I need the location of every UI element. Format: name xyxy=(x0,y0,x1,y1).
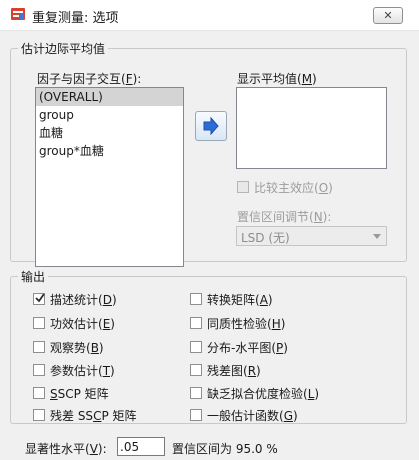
right-arrow-icon xyxy=(203,116,219,136)
factor-item-group[interactable]: group xyxy=(36,106,183,124)
sscp-matrices-label: SSCP 矩阵 xyxy=(50,387,109,401)
general-estimable-function-checkbox[interactable] xyxy=(190,409,202,421)
factor-item-group-blood-glucose[interactable]: group*血糖 xyxy=(36,142,183,160)
spread-level-plot-label: 分布-水平图(P) xyxy=(207,341,288,355)
spread-level-plot-checkbox[interactable] xyxy=(190,341,202,353)
residual-plot-label: 残差图(R) xyxy=(207,364,261,378)
checkmark-icon xyxy=(35,293,45,303)
ci-adjustment-select[interactable]: LSD (无) xyxy=(236,226,387,246)
factor-item-blood-glucose[interactable]: 血糖 xyxy=(36,124,183,142)
close-icon: ✕ xyxy=(383,9,393,22)
transformation-matrix-label: 转换矩阵(A) xyxy=(207,293,273,307)
spss-app-icon xyxy=(11,8,25,20)
homogeneity-tests-checkbox[interactable] xyxy=(190,317,202,329)
lack-of-fit-checkbox[interactable] xyxy=(190,387,202,399)
estimated-marginal-means-title: 估计边际平均值 xyxy=(21,42,106,56)
residual-sscp-checkbox[interactable] xyxy=(33,409,45,421)
factors-listbox[interactable]: (OVERALL) group 血糖 group*血糖 xyxy=(35,87,184,267)
residual-sscp-label: 残差 SSCP 矩阵 xyxy=(50,409,137,423)
options-dialog: 重复测量: 选项 ✕ 估计边际平均值 因子与因子交互(F): (OVERALL)… xyxy=(0,0,419,460)
factors-label: 因子与因子交互(F): xyxy=(37,72,142,86)
factor-item-overall[interactable]: (OVERALL) xyxy=(36,88,183,106)
output-title: 输出 xyxy=(21,270,46,284)
significance-level-input[interactable] xyxy=(117,437,165,456)
transformation-matrix-checkbox[interactable] xyxy=(190,293,202,305)
display-means-listbox[interactable] xyxy=(236,87,387,169)
compare-main-effects-checkbox[interactable] xyxy=(237,181,249,193)
descriptive-stats-checkbox[interactable] xyxy=(33,293,45,305)
significance-level-label: 显著性水平(V): xyxy=(25,442,107,456)
effect-size-checkbox[interactable] xyxy=(33,317,45,329)
effect-size-label: 功效估计(E) xyxy=(50,317,115,331)
parameter-estimates-label: 参数估计(T) xyxy=(50,364,115,378)
homogeneity-tests-label: 同质性检验(H) xyxy=(207,317,286,331)
residual-plot-checkbox[interactable] xyxy=(190,364,202,376)
general-estimable-function-label: 一般估计函数(G) xyxy=(207,409,298,423)
chevron-down-icon xyxy=(373,234,381,239)
move-to-display-means-button[interactable] xyxy=(195,111,227,141)
close-button[interactable]: ✕ xyxy=(373,7,403,24)
sscp-matrices-checkbox[interactable] xyxy=(33,387,45,399)
parameter-estimates-checkbox[interactable] xyxy=(33,364,45,376)
dialog-title: 重复测量: 选项 xyxy=(32,11,119,26)
compare-main-effects-label: 比较主效应(O) xyxy=(254,181,333,195)
observed-power-label: 观察势(B) xyxy=(50,341,104,355)
lack-of-fit-label: 缺乏拟合优度检验(L) xyxy=(207,387,320,401)
observed-power-checkbox[interactable] xyxy=(33,341,45,353)
descriptive-stats-label: 描述统计(D) xyxy=(50,293,117,307)
ci-adjustment-label: 置信区间调节(N): xyxy=(237,210,332,224)
ci-adjustment-value: LSD (无) xyxy=(241,231,290,245)
display-means-label: 显示平均值(M) xyxy=(237,72,317,86)
title-bar[interactable]: 重复测量: 选项 ✕ xyxy=(0,0,419,31)
confidence-interval-text: 置信区间为 95.0 % xyxy=(172,442,278,456)
